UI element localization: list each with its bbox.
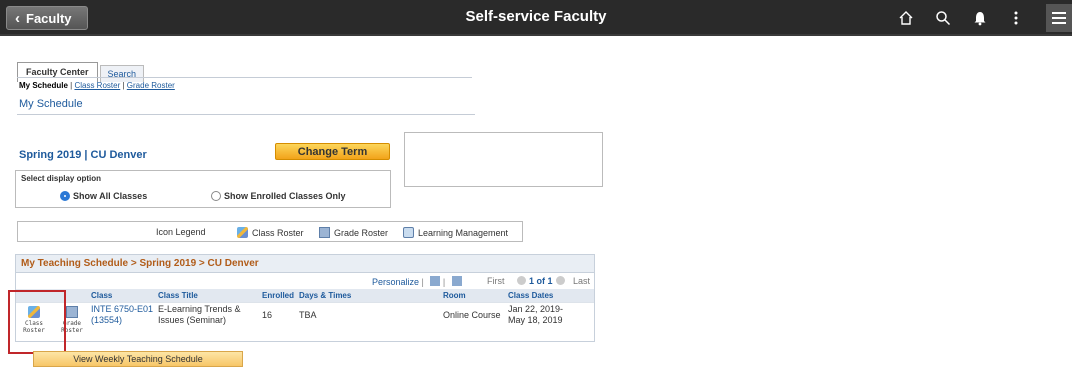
column-header-class: Class bbox=[91, 289, 113, 302]
legend-class-roster: Class Roster bbox=[237, 227, 304, 238]
class-code: INTE 6750-E01 bbox=[91, 304, 154, 314]
view-weekly-schedule-button[interactable]: View Weekly Teaching Schedule bbox=[33, 351, 243, 367]
grade-roster-icon bbox=[66, 306, 78, 318]
radio-unselected-icon bbox=[211, 191, 221, 201]
download-icon[interactable] bbox=[451, 276, 462, 286]
tab-faculty-center[interactable]: Faculty Center bbox=[17, 62, 98, 82]
column-header-class-title: Class Title bbox=[158, 289, 198, 302]
display-option-label: Select display option bbox=[21, 174, 102, 183]
radio-show-all-classes[interactable]: Show All Classes bbox=[60, 191, 147, 201]
grid-navigation: Personalize | | First 1 of 1 Last bbox=[16, 273, 594, 289]
room-cell: Online Course bbox=[443, 310, 501, 320]
page-title-divider bbox=[17, 114, 475, 115]
hamburger-menu-icon[interactable] bbox=[1046, 4, 1072, 32]
legend-grade-roster: Grade Roster bbox=[319, 227, 388, 238]
personalize-link[interactable]: Personalize | | bbox=[372, 276, 462, 287]
page-info-label: 1 of 1 bbox=[529, 276, 553, 286]
legend-label: Class Roster bbox=[252, 227, 304, 238]
first-page-link[interactable]: First bbox=[487, 276, 505, 286]
more-vertical-icon[interactable] bbox=[1004, 6, 1028, 30]
class-roster-highlight-box bbox=[8, 290, 66, 354]
class-number: (13554) bbox=[91, 315, 123, 325]
tab-search[interactable]: Search bbox=[99, 65, 145, 82]
subnav-grade-roster-link[interactable]: Grade Roster bbox=[127, 81, 175, 90]
bell-icon[interactable] bbox=[968, 6, 992, 30]
subnav-current: My Schedule bbox=[19, 81, 68, 90]
subnav-separator: | bbox=[70, 81, 73, 90]
column-header-days-times: Days & Times bbox=[299, 289, 352, 302]
subnav: My Schedule | Class Roster | Grade Roste… bbox=[19, 81, 175, 90]
prev-page-icon[interactable] bbox=[517, 276, 526, 285]
class-title-line-2: Issues (Seminar) bbox=[158, 315, 227, 325]
next-page-icon[interactable] bbox=[555, 276, 565, 285]
subnav-separator: | bbox=[122, 81, 125, 90]
learning-management-icon bbox=[403, 227, 414, 238]
days-times-cell: TBA bbox=[299, 310, 317, 320]
tab-bar: Faculty Center Search bbox=[17, 62, 146, 82]
class-title-line-1: E-Learning Trends & bbox=[158, 304, 241, 314]
legend-label: Learning Management bbox=[418, 227, 509, 238]
teaching-schedule-grid: My Teaching Schedule > Spring 2019 > CU … bbox=[15, 254, 595, 342]
class-title-cell: E-Learning Trends & Issues (Seminar) bbox=[158, 304, 241, 326]
tab-divider bbox=[17, 77, 472, 78]
column-header-enrolled: Enrolled bbox=[262, 289, 295, 302]
column-header-class-dates: Class Dates bbox=[508, 289, 554, 302]
zoom-icon[interactable] bbox=[430, 276, 441, 286]
term-label: Spring 2019 | CU Denver bbox=[19, 149, 147, 161]
grid-title: My Teaching Schedule > Spring 2019 > CU … bbox=[16, 255, 594, 273]
home-icon[interactable] bbox=[894, 6, 918, 30]
class-roster-icon bbox=[237, 227, 248, 238]
grade-roster-icon bbox=[319, 227, 330, 238]
change-term-button[interactable]: Change Term bbox=[275, 143, 390, 160]
radio-show-enrolled-only[interactable]: Show Enrolled Classes Only bbox=[211, 191, 346, 201]
class-dates-line-2: May 18, 2019 bbox=[508, 315, 563, 325]
radio-label: Show Enrolled Classes Only bbox=[224, 191, 346, 201]
class-dates-line-1: Jan 22, 2019- bbox=[508, 304, 564, 314]
radio-selected-icon bbox=[60, 191, 70, 201]
subnav-class-roster-link[interactable]: Class Roster bbox=[74, 81, 120, 90]
empty-panel bbox=[404, 132, 603, 187]
last-page-link[interactable]: Last bbox=[573, 276, 590, 286]
column-header-room: Room bbox=[443, 289, 466, 302]
class-link[interactable]: INTE 6750-E01 (13554) bbox=[91, 304, 153, 326]
legend-learning-management: Learning Management bbox=[403, 227, 508, 238]
enrolled-cell: 16 bbox=[262, 310, 273, 320]
personalize-label: Personalize bbox=[372, 277, 420, 287]
icon-legend: Icon Legend Class Roster Grade Roster Le… bbox=[17, 221, 523, 242]
separator: | bbox=[442, 277, 446, 287]
legend-label: Grade Roster bbox=[334, 227, 389, 238]
search-icon[interactable] bbox=[931, 6, 955, 30]
separator: | bbox=[421, 277, 427, 287]
radio-label: Show All Classes bbox=[73, 191, 148, 201]
page-info: 1 of 1 bbox=[514, 276, 568, 286]
legend-title: Icon Legend bbox=[156, 227, 206, 237]
display-option-group: Select display option Show All Classes S… bbox=[15, 170, 391, 208]
class-dates-cell: Jan 22, 2019- May 18, 2019 bbox=[508, 304, 563, 326]
page-title: My Schedule bbox=[19, 98, 83, 110]
app-header: ‹ Faculty Self-service Faculty bbox=[0, 0, 1072, 36]
